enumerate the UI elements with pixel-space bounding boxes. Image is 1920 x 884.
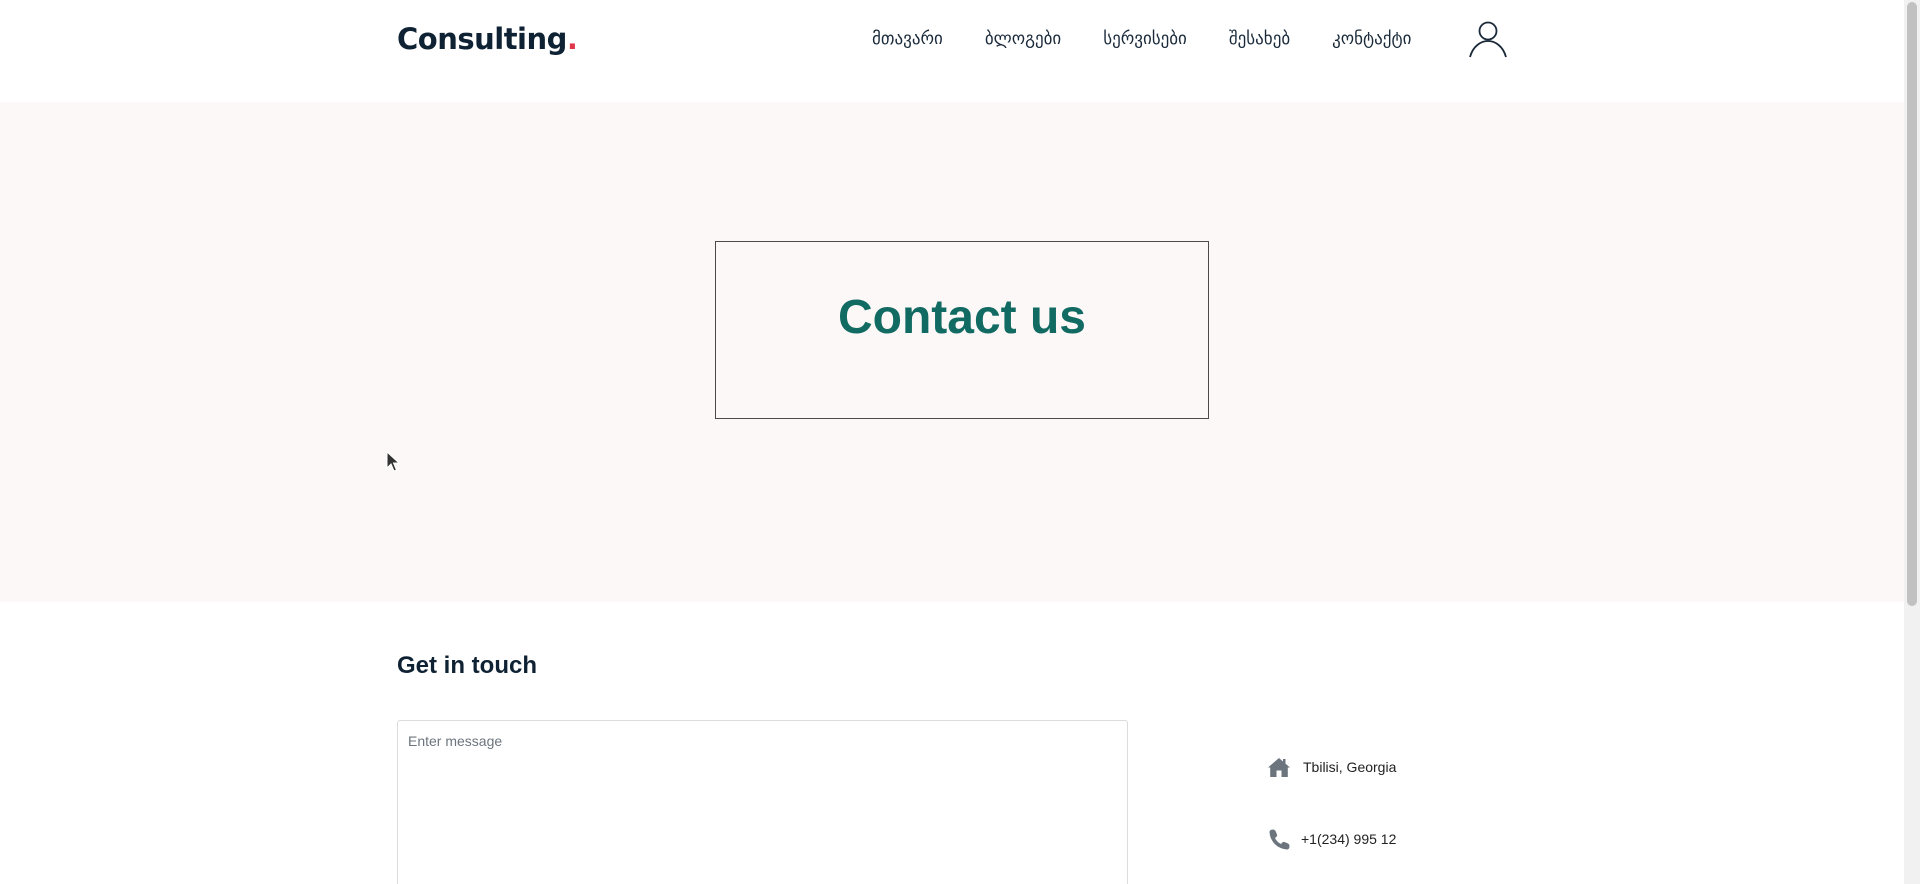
address-row: Tbilisi, Georgia (1267, 756, 1396, 778)
mouse-cursor-icon (386, 451, 400, 472)
nav-item-contact[interactable]: კონტაქტი (1332, 29, 1411, 49)
logo[interactable]: Consulting. (397, 22, 578, 56)
logo-dot: . (566, 22, 578, 56)
phone-icon (1269, 829, 1290, 850)
nav-item-blogs[interactable]: ბლოგები (985, 29, 1061, 49)
page: Consulting. მთავარი ბლოგები სერვისები შე… (0, 0, 1920, 884)
address-text: Tbilisi, Georgia (1303, 759, 1397, 775)
home-icon (1268, 758, 1290, 777)
message-field[interactable] (397, 720, 1128, 884)
nav-item-home[interactable]: მთავარი (872, 29, 943, 49)
page-scrollbar[interactable] (1904, 0, 1920, 884)
logo-text: Consulting (397, 22, 567, 56)
hero-section: Contact us (0, 102, 1904, 602)
scrollbar-thumb[interactable] (1907, 2, 1917, 606)
section-title: Get in touch (397, 652, 537, 679)
site-header: Consulting. მთავარი ბლოგები სერვისები შე… (0, 0, 1904, 102)
phone-row: +1(234) 995 12 (1267, 828, 1396, 850)
hero-title-box: Contact us (715, 241, 1209, 419)
phone-text: +1(234) 995 12 (1301, 831, 1397, 847)
user-icon[interactable] (1468, 20, 1508, 58)
nav-item-about[interactable]: შესახებ (1229, 29, 1290, 49)
page-title: Contact us (837, 291, 1086, 344)
nav-item-services[interactable]: სერვისები (1103, 29, 1187, 49)
main-nav: მთავარი ბლოგები სერვისები შესახებ კონტაქ… (872, 29, 1411, 49)
